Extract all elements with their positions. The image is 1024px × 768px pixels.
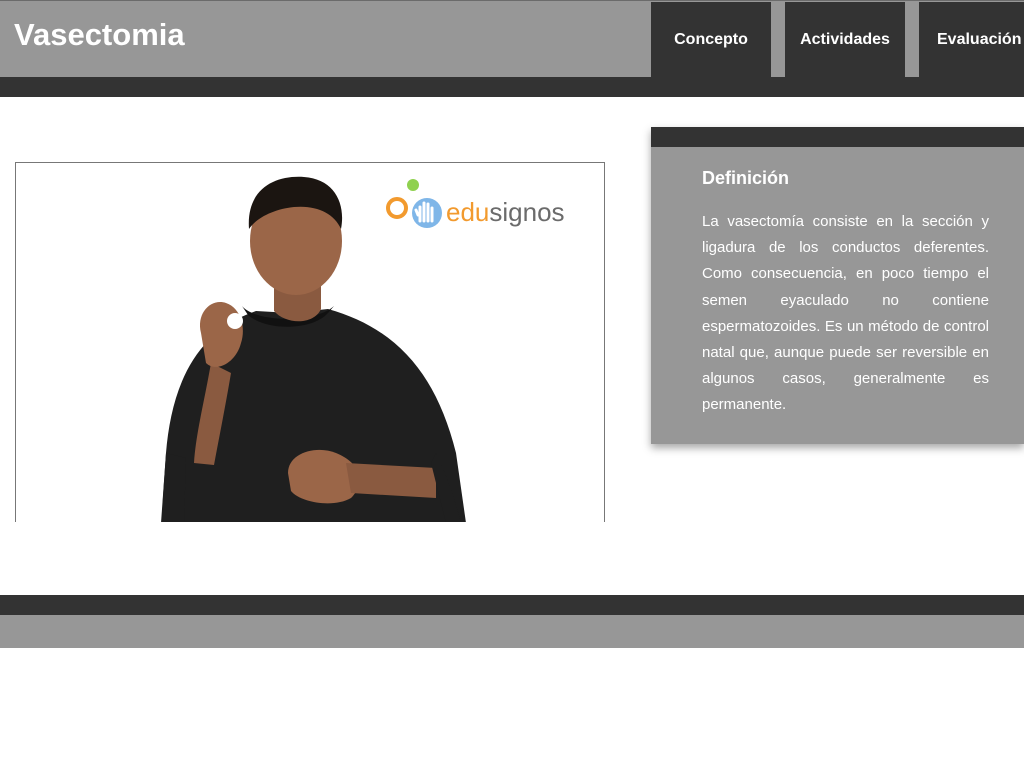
footer-divider-bar [0,595,1024,615]
definition-text: La vasectomía consiste en la sección y l… [702,213,989,414]
sign-language-video[interactable]: edusignos [15,162,605,522]
main-nav: Concepto Actividades Evaluación [651,2,1024,78]
video-frame-image: edusignos [16,163,604,522]
nav-evaluacion-button[interactable]: Evaluación [919,2,1024,78]
definition-panel: Definición La vasectomía consiste en la … [651,127,1024,444]
logo-text: edusignos [446,197,565,227]
header: Vasectomia Concepto Actividades Evaluaci… [0,0,1024,78]
definition-title: Definición [702,168,790,188]
definition-panel-bar [651,127,1024,147]
page-title: Vasectomia [14,17,185,52]
nav-concepto-button[interactable]: Concepto [651,2,771,78]
nav-actividades-button[interactable]: Actividades [785,2,905,78]
footer [0,615,1024,648]
header-divider-bar [0,77,1024,97]
